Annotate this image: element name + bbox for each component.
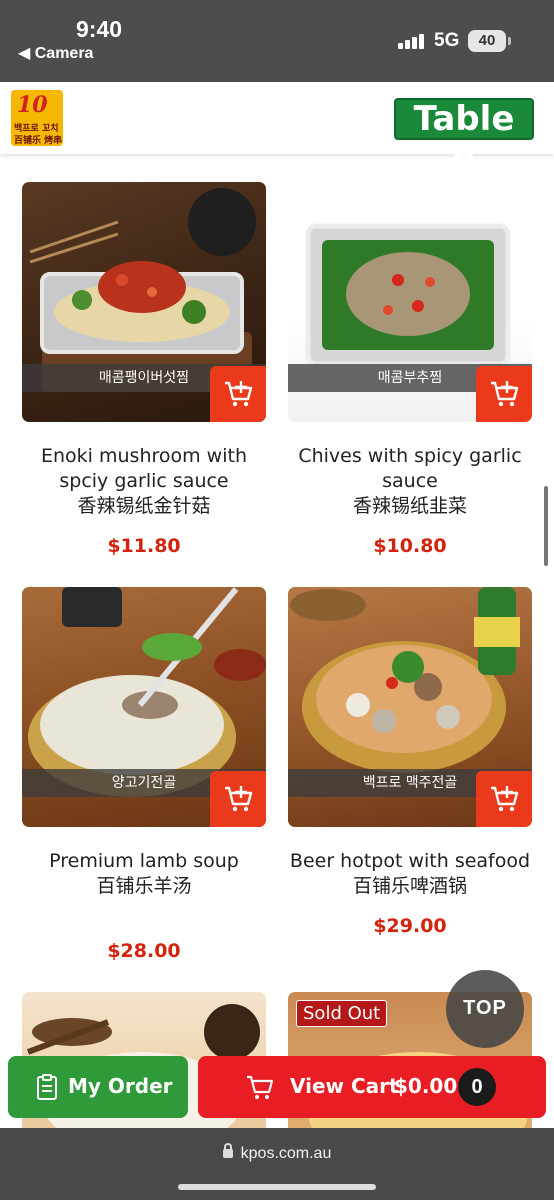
my-order-button[interactable]: My Order bbox=[8, 1056, 188, 1118]
view-cart-label: View Cart bbox=[290, 1074, 399, 1098]
table-number-badge: Table 6 bbox=[394, 98, 534, 176]
cart-plus-icon bbox=[225, 381, 253, 407]
product-name: Premium lamb soup bbox=[49, 850, 239, 872]
page-scrollbar[interactable] bbox=[544, 486, 548, 566]
logo-text-chinese: 百铺乐 烤串 bbox=[14, 136, 63, 146]
cart-plus-icon bbox=[225, 786, 253, 812]
product-price: $29.00 bbox=[373, 915, 447, 937]
url-text: kpos.com.au bbox=[240, 1145, 332, 1162]
product-name-chinese: 香辣锡纸金针菇 bbox=[77, 495, 211, 517]
network-type: 5G bbox=[434, 30, 460, 51]
product-price: $28.00 bbox=[107, 940, 181, 962]
product-name: Enoki mushroom with spciy garlic sauce bbox=[41, 445, 247, 492]
status-time: 9:40 bbox=[76, 16, 123, 42]
home-indicator[interactable] bbox=[178, 1184, 376, 1190]
product-name: Chives with spicy garlic sauce bbox=[298, 445, 522, 492]
add-to-cart-button[interactable] bbox=[210, 771, 266, 827]
product-name-chinese: 百铺乐羊汤 bbox=[96, 875, 192, 897]
cart-plus-icon bbox=[491, 786, 519, 812]
product-name-chinese: 香辣锡纸韭菜 bbox=[352, 495, 467, 517]
product-card[interactable]: 양고기전골 Premium lamb soup 百铺乐羊汤 $28.00 bbox=[22, 587, 266, 962]
cart-total: $0.00 bbox=[394, 1074, 458, 1098]
add-to-cart-button[interactable] bbox=[210, 366, 266, 422]
status-bar: 9:40 ◀ Camera 5G 40 bbox=[0, 0, 554, 82]
sold-out-badge: Sold Out bbox=[296, 1000, 388, 1027]
product-name-chinese: 百铺乐啤酒锅 bbox=[352, 875, 467, 897]
product-name: Beer hotpot with seafood bbox=[289, 850, 531, 872]
browser-bar: kpos.com.au bbox=[0, 1128, 554, 1200]
product-price: $10.80 bbox=[373, 535, 447, 557]
product-price: $11.80 bbox=[107, 535, 181, 557]
cart-icon bbox=[247, 1075, 274, 1099]
product-photo[interactable]: 매콤팽이버섯찜 bbox=[22, 182, 266, 422]
cart-count-badge: 0 bbox=[458, 1068, 496, 1106]
product-card[interactable]: 백프로 맥주전골 Beer hotpot with seafood 百铺乐啤酒锅… bbox=[288, 587, 532, 937]
product-photo[interactable]: 매콤부추찜 bbox=[288, 182, 532, 422]
product-photo[interactable]: 양고기전골 bbox=[22, 587, 266, 827]
product-card[interactable]: 매콤부추찜 Chives with spicy garlic sauce 香辣锡… bbox=[288, 182, 532, 557]
restaurant-logo[interactable]: 10 백프로 꼬치 百铺乐 烤串 bbox=[11, 90, 63, 146]
signal-icon bbox=[398, 33, 426, 49]
battery-icon: 40 bbox=[468, 30, 511, 52]
view-cart-button[interactable]: View Cart $0.00 0 bbox=[198, 1056, 546, 1118]
product-photo[interactable]: 백프로 맥주전골 bbox=[288, 587, 532, 827]
back-to-camera-link[interactable]: ◀ Camera bbox=[18, 43, 93, 63]
clipboard-icon bbox=[37, 1074, 57, 1100]
lock-icon bbox=[222, 1143, 233, 1158]
app-header: 10 백프로 꼬치 百铺乐 烤串 Table 6 bbox=[0, 82, 554, 176]
add-to-cart-button[interactable] bbox=[476, 771, 532, 827]
url-field[interactable]: kpos.com.au bbox=[0, 1143, 554, 1163]
cart-plus-icon bbox=[491, 381, 519, 407]
product-card[interactable]: 매콤팽이버섯찜 Enoki mushroom with spciy garlic… bbox=[22, 182, 266, 557]
my-order-label: My Order bbox=[68, 1074, 173, 1098]
logo-mark: 10 bbox=[17, 92, 48, 118]
add-to-cart-button[interactable] bbox=[476, 366, 532, 422]
scroll-to-top-button[interactable]: TOP bbox=[446, 970, 524, 1048]
